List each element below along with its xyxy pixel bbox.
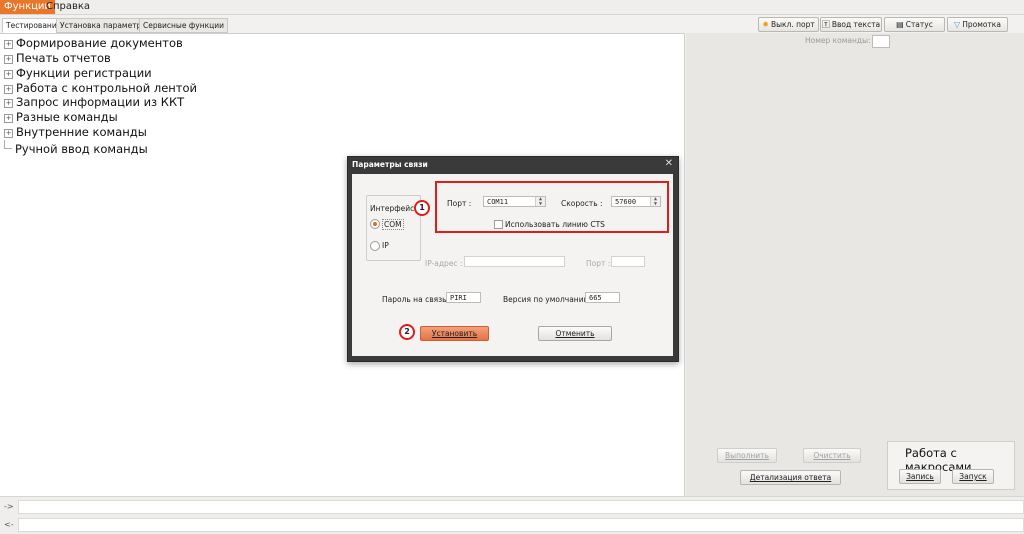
dialog-title: Параметры связи bbox=[352, 160, 428, 169]
command-number-label: Номер команды: bbox=[805, 36, 871, 45]
tree-item-documents[interactable]: + Формирование документов bbox=[4, 36, 183, 50]
clear-button[interactable]: Очистить bbox=[803, 448, 861, 463]
command-number-input[interactable] bbox=[872, 35, 890, 48]
run-label: Запуск bbox=[959, 472, 987, 481]
menu-bar: Функции Справка bbox=[0, 0, 1024, 15]
text-input-button[interactable]: 🅃 Ввод текста bbox=[820, 17, 882, 32]
command-console: -> <- bbox=[0, 496, 1024, 534]
expand-icon[interactable]: + bbox=[4, 40, 13, 49]
tree-item-manual[interactable]: Ручной ввод команды bbox=[4, 140, 148, 156]
ip-address-label: IP-адрес : bbox=[425, 259, 463, 268]
command-in-field[interactable] bbox=[18, 518, 1024, 532]
cancel-label: Отменить bbox=[555, 329, 595, 338]
lightning-icon: ✸ bbox=[762, 20, 769, 29]
execute-button[interactable]: Выполнить bbox=[717, 448, 777, 463]
annotation-marker-1: 1 bbox=[414, 200, 430, 216]
password-input[interactable]: PIRI bbox=[446, 292, 481, 303]
tree-item-kkt-info[interactable]: + Запрос информации из ККТ bbox=[4, 95, 184, 109]
port-off-button[interactable]: ✸ Выкл. порт bbox=[758, 17, 819, 32]
interface-label: Интерфейс : bbox=[370, 204, 420, 213]
status-label: Статус bbox=[905, 20, 933, 29]
cancel-button[interactable]: Отменить bbox=[538, 326, 612, 341]
text-icon: 🅃 bbox=[821, 20, 830, 29]
run-button[interactable]: Запуск bbox=[952, 469, 994, 484]
record-button[interactable]: Запись bbox=[899, 469, 941, 484]
default-version-label: Версия по умолчанию : bbox=[503, 295, 595, 304]
ip-port-input[interactable] bbox=[611, 256, 645, 267]
out-prefix: -> bbox=[4, 502, 14, 511]
in-prefix: <- bbox=[4, 520, 14, 529]
clear-label: Очистить bbox=[813, 451, 851, 460]
tree-item-label: Работа с контрольной лентой bbox=[16, 81, 197, 95]
tree-item-label: Печать отчетов bbox=[16, 51, 111, 65]
password-label: Пароль на связь : bbox=[382, 295, 452, 304]
install-label: Установить bbox=[431, 329, 478, 338]
ip-address-input[interactable] bbox=[464, 256, 565, 267]
tree-item-reports[interactable]: + Печать отчетов bbox=[4, 51, 111, 65]
expand-icon[interactable]: + bbox=[4, 70, 13, 79]
tree-line-icon bbox=[4, 140, 12, 149]
com-radio-label[interactable]: COM bbox=[382, 219, 404, 230]
response-details-button[interactable]: Детализация ответа bbox=[740, 470, 841, 485]
tree-item-label: Формирование документов bbox=[16, 36, 183, 50]
default-version-input[interactable]: 665 bbox=[585, 292, 620, 303]
tree-item-internal[interactable]: + Внутренние команды bbox=[4, 125, 147, 139]
menu-help[interactable]: Справка bbox=[42, 0, 94, 14]
tree-item-misc[interactable]: + Разные команды bbox=[4, 110, 118, 124]
expand-icon[interactable]: + bbox=[4, 55, 13, 64]
text-input-label: Ввод текста bbox=[831, 20, 881, 29]
status-icon: ▤ bbox=[896, 20, 904, 29]
port-off-label: Выкл. порт bbox=[770, 20, 815, 29]
expand-icon[interactable]: + bbox=[4, 114, 13, 123]
com-radio[interactable] bbox=[370, 219, 380, 229]
highlight-box bbox=[435, 181, 669, 233]
command-out-field[interactable] bbox=[18, 500, 1024, 514]
right-panel bbox=[686, 33, 1024, 496]
feed-button[interactable]: ▽ Промотка bbox=[947, 17, 1008, 32]
tree-item-label: Функции регистрации bbox=[16, 66, 152, 80]
ip-radio-label[interactable]: IP bbox=[382, 241, 389, 250]
ip-port-label: Порт : bbox=[586, 259, 611, 268]
execute-label: Выполнить bbox=[725, 451, 769, 460]
close-icon[interactable]: ✕ bbox=[665, 158, 673, 169]
expand-icon[interactable]: + bbox=[4, 99, 13, 108]
feed-icon: ▽ bbox=[954, 20, 961, 29]
tree-item-control-tape[interactable]: + Работа с контрольной лентой bbox=[4, 81, 197, 95]
tab-service[interactable]: Сервисные функции bbox=[139, 18, 228, 33]
record-label: Запись bbox=[906, 472, 934, 481]
tree-item-label: Разные команды bbox=[16, 110, 118, 124]
tree-item-label: Внутренние команды bbox=[16, 125, 147, 139]
feed-label: Промотка bbox=[962, 20, 1001, 29]
expand-icon[interactable]: + bbox=[4, 85, 13, 94]
tree-item-registration[interactable]: + Функции регистрации bbox=[4, 66, 152, 80]
tree-item-label: Запрос информации из ККТ bbox=[16, 95, 185, 109]
annotation-marker-2: 2 bbox=[399, 324, 415, 340]
tree-item-label: Ручной ввод команды bbox=[15, 142, 148, 156]
install-button[interactable]: Установить bbox=[420, 326, 489, 341]
ip-radio[interactable] bbox=[370, 241, 380, 251]
response-details-label: Детализация ответа bbox=[749, 473, 832, 482]
expand-icon[interactable]: + bbox=[4, 129, 13, 138]
status-button[interactable]: ▤ Статус bbox=[884, 17, 945, 32]
